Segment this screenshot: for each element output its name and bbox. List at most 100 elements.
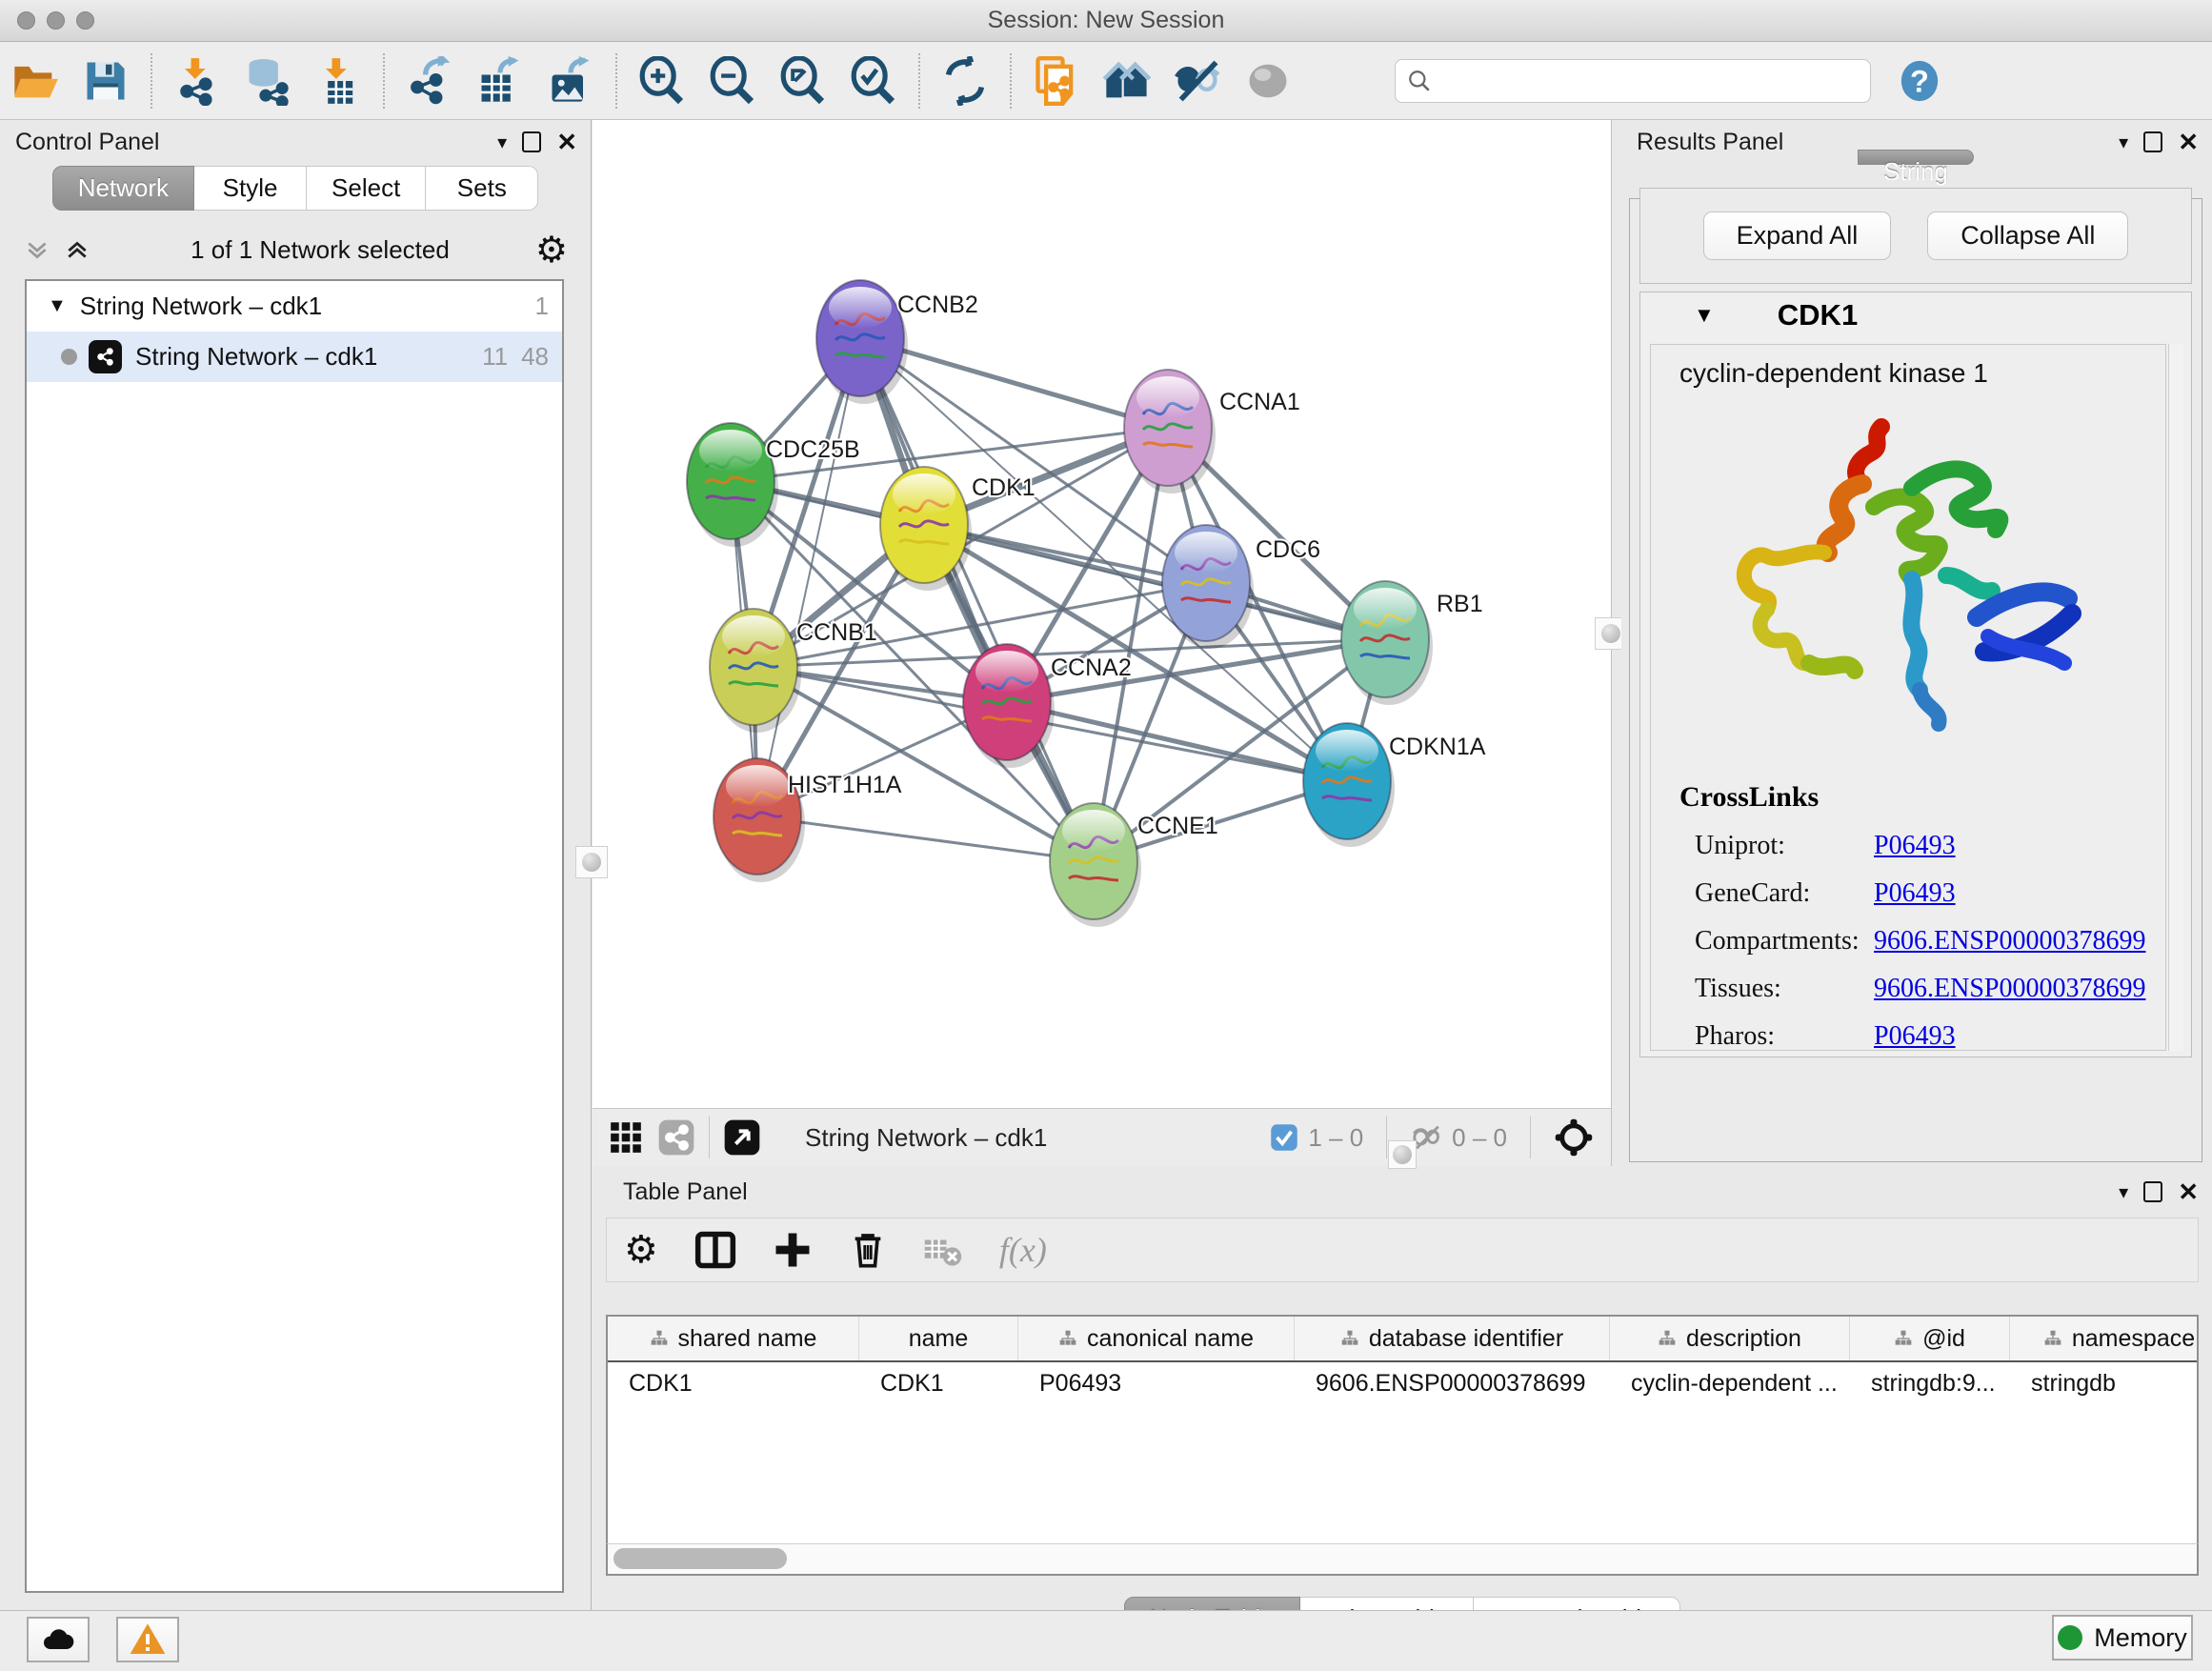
network-node-cdc6[interactable]: CDC6	[1162, 525, 1320, 649]
network-node-ccne1[interactable]: CCNE1	[1050, 803, 1218, 927]
import-network-icon[interactable]	[167, 50, 228, 111]
column-header-description[interactable]: description	[1610, 1317, 1850, 1360]
network-edge[interactable]	[757, 338, 860, 816]
protein-structure-image	[1699, 393, 2118, 764]
network-edge[interactable]	[757, 816, 1094, 861]
table-cell[interactable]: CDK1	[608, 1362, 859, 1404]
export-network-icon[interactable]	[399, 50, 460, 111]
crosslink-link[interactable]: P06493	[1874, 878, 1956, 909]
memory-button[interactable]: Memory	[2052, 1615, 2193, 1661]
zoom-fit-icon[interactable]	[773, 50, 834, 111]
collapse-gene-icon[interactable]: ▼	[1694, 303, 1715, 328]
collection-label: String Network – cdk1	[80, 292, 322, 321]
float-panel-icon[interactable]	[522, 131, 541, 152]
zoom-in-icon[interactable]	[632, 50, 693, 111]
expand-all-icon[interactable]	[65, 237, 90, 262]
table-options-gear-icon[interactable]: ⚙	[624, 1228, 658, 1272]
collapse-all-icon[interactable]	[25, 237, 50, 262]
save-session-icon[interactable]	[75, 50, 136, 111]
apply-layout-icon[interactable]	[935, 50, 995, 111]
birds-eye-view-icon[interactable]	[1554, 1117, 1594, 1158]
network-row[interactable]: String Network – cdk1 11 48	[27, 332, 562, 382]
table-hscrollbar[interactable]	[606, 1543, 2199, 1576]
close-panel-icon[interactable]: ✕	[2178, 130, 2199, 154]
grid-view-icon[interactable]	[608, 1119, 644, 1156]
column-header-canonical-name[interactable]: canonical name	[1018, 1317, 1295, 1360]
export-image-icon[interactable]	[540, 50, 601, 111]
collapse-collection-icon[interactable]: ▼	[48, 295, 67, 317]
results-scrollbar[interactable]	[2168, 344, 2183, 1051]
panel-menu-icon[interactable]: ▾	[2119, 131, 2128, 154]
close-panel-icon[interactable]: ✕	[2178, 1179, 2199, 1204]
panel-menu-icon[interactable]: ▾	[497, 131, 507, 154]
zoom-selected-icon[interactable]	[843, 50, 904, 111]
network-node-cdc25b[interactable]: CDC25B	[687, 423, 860, 547]
network-node-hist1h1a[interactable]: HIST1H1A	[714, 758, 902, 882]
crosslink-link[interactable]: 9606.ENSP00000378699	[1874, 974, 2145, 1004]
horizontal-splitter-handle[interactable]	[1388, 1140, 1417, 1169]
tab-style[interactable]: Style	[194, 166, 307, 211]
column-type-icon	[1340, 1329, 1359, 1348]
float-panel-icon[interactable]	[2143, 131, 2162, 152]
column-header-id[interactable]: @id	[1850, 1317, 2010, 1360]
zoom-out-icon[interactable]	[702, 50, 763, 111]
tab-string[interactable]: String	[1858, 150, 1974, 165]
open-session-icon[interactable]	[5, 50, 66, 111]
table-cell[interactable]: stringdb:9...	[1850, 1362, 2010, 1404]
network-graph[interactable]: CCNB2 CCNA1 CDC25BCDK1 CDC6RB1 CCNB1 CCNA2 CDK…	[593, 120, 1611, 1108]
expand-all-button[interactable]: Expand All	[1703, 211, 1892, 260]
export-table-icon[interactable]	[470, 50, 531, 111]
network-share-icon[interactable]	[657, 1118, 695, 1157]
table-cell[interactable]: P06493	[1018, 1362, 1295, 1404]
add-column-icon[interactable]	[773, 1230, 813, 1270]
first-neighbors-icon[interactable]	[1096, 50, 1157, 111]
eye-icon[interactable]	[1237, 50, 1298, 111]
clone-network-icon[interactable]	[1026, 50, 1087, 111]
table-cell[interactable]: 9606.ENSP00000378699	[1295, 1362, 1610, 1404]
network-canvas[interactable]: CCNB2 CCNA1 CDC25BCDK1 CDC6RB1 CCNB1 CCNA2 CDK…	[593, 120, 1611, 1166]
crosslink-link[interactable]: P06493	[1874, 1021, 1956, 1052]
table-cell[interactable]: CDK1	[859, 1362, 1018, 1404]
cloud-button[interactable]	[27, 1617, 90, 1662]
table-row[interactable]: CDK1CDK1P064939606.ENSP00000378699cyclin…	[608, 1362, 2197, 1404]
table-cell[interactable]: cyclin-dependent ...	[1610, 1362, 1850, 1404]
network-node-ccnb1[interactable]: CCNB1	[710, 609, 877, 733]
detach-view-icon[interactable]	[723, 1118, 761, 1157]
crosslink-link[interactable]: 9606.ENSP00000378699	[1874, 926, 2145, 956]
show-hide-icon[interactable]	[1167, 50, 1228, 111]
network-edge[interactable]	[1007, 702, 1347, 781]
column-header-namespace[interactable]: namespace	[2010, 1317, 2199, 1360]
tab-network[interactable]: Network	[52, 166, 194, 211]
column-header-database-identifier[interactable]: database identifier	[1295, 1317, 1610, 1360]
search-input[interactable]	[1439, 69, 1859, 93]
float-panel-icon[interactable]	[2143, 1181, 2162, 1202]
show-columns-icon[interactable]	[694, 1229, 736, 1271]
network-node-ccnb2[interactable]: CCNB2	[816, 280, 978, 404]
network-node-cdkn1a[interactable]: CDKN1A	[1303, 723, 1486, 847]
crosslink-link[interactable]: P06493	[1874, 831, 1956, 861]
close-panel-icon[interactable]: ✕	[556, 130, 577, 154]
import-network-from-database-icon[interactable]	[237, 50, 298, 111]
delete-column-icon[interactable]	[849, 1231, 887, 1269]
column-label: canonical name	[1087, 1325, 1254, 1353]
network-node-ccna2[interactable]: CCNA2	[963, 644, 1132, 768]
column-header-shared-name[interactable]: shared name	[608, 1317, 859, 1360]
network-collection-row[interactable]: ▼ String Network – cdk1 1	[27, 281, 562, 332]
tab-sets[interactable]: Sets	[426, 166, 538, 211]
table-cell[interactable]: stringdb	[2010, 1362, 2199, 1404]
panel-menu-icon[interactable]: ▾	[2119, 1180, 2128, 1204]
network-node-rb1[interactable]: RB1	[1341, 581, 1483, 705]
network-options-gear-icon[interactable]: ⚙	[535, 232, 568, 268]
import-table-icon[interactable]	[308, 50, 369, 111]
left-splitter-handle[interactable]	[575, 846, 608, 878]
help-button[interactable]: ?	[1896, 54, 1943, 108]
selected-checkbox-icon[interactable]	[1270, 1123, 1298, 1152]
tab-select[interactable]: Select	[307, 166, 426, 211]
search-box[interactable]	[1395, 59, 1871, 103]
network-node-cdk1[interactable]: CDK1	[880, 467, 1036, 591]
hscroll-thumb[interactable]	[613, 1548, 787, 1569]
column-header-name[interactable]: name	[859, 1317, 1018, 1360]
warnings-button[interactable]	[116, 1617, 179, 1662]
network-node-ccna1[interactable]: CCNA1	[1124, 370, 1300, 493]
collapse-all-button[interactable]: Collapse All	[1927, 211, 2128, 260]
